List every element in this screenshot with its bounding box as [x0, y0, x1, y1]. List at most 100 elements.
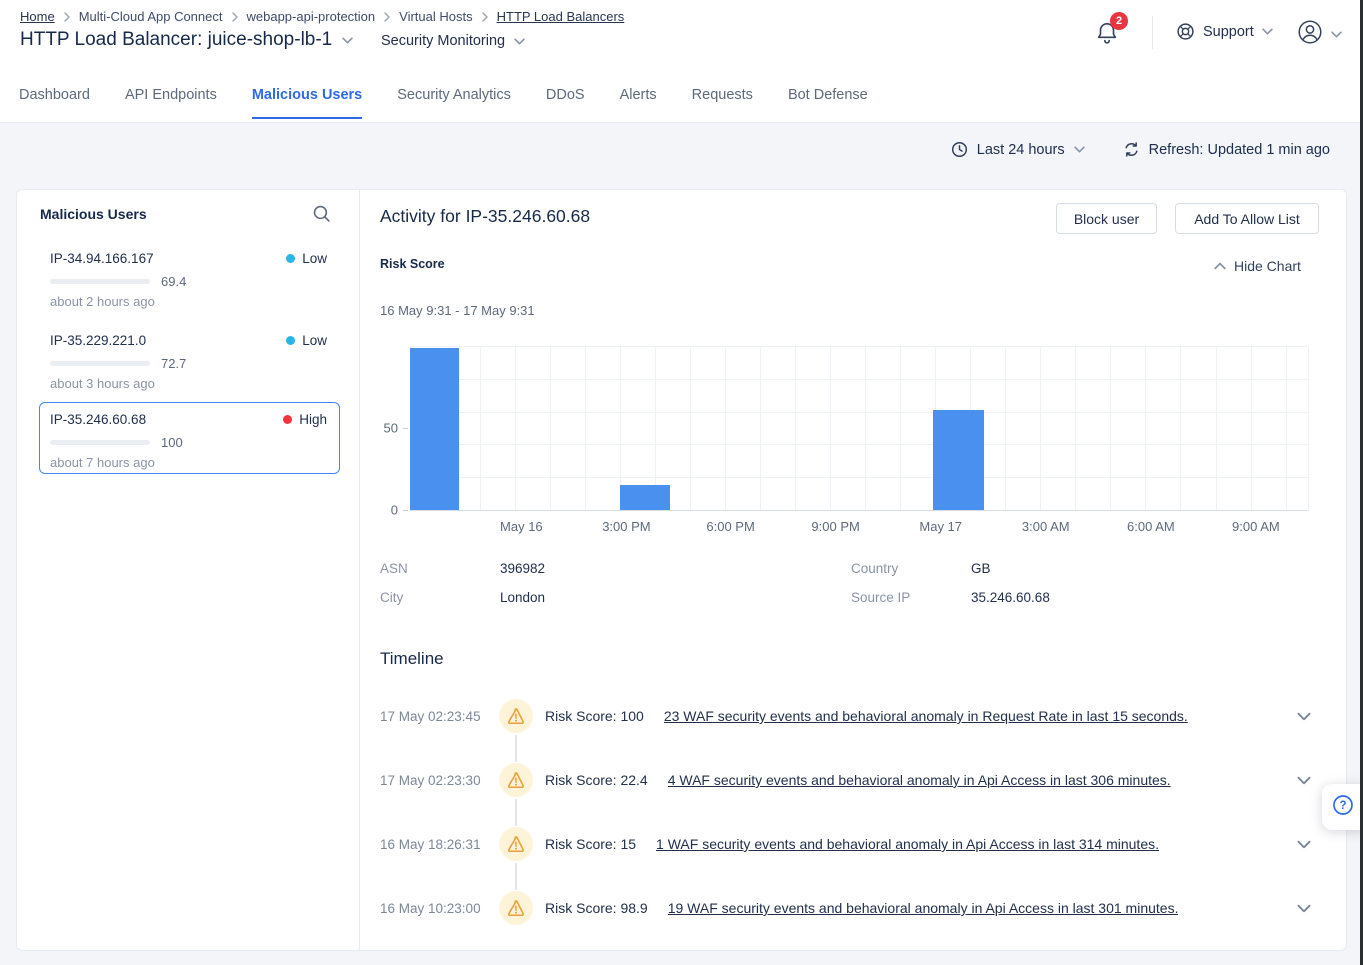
avatar-icon — [1296, 18, 1324, 51]
svg-text:?: ? — [1339, 800, 1346, 812]
hide-chart-toggle[interactable]: Hide Chart — [1214, 258, 1301, 274]
chevron-up-icon — [1214, 262, 1226, 270]
chart-x-tick-label: May 17 — [919, 519, 962, 534]
chevron-right-icon — [482, 12, 488, 22]
tab-ddos[interactable]: DDoS — [546, 87, 585, 119]
chevron-down-icon[interactable] — [1297, 712, 1311, 721]
search-icon[interactable] — [312, 204, 331, 228]
breadcrumb-item[interactable]: Multi-Cloud App Connect — [79, 9, 223, 24]
clock-icon — [951, 141, 968, 158]
malicious-user-item-selected[interactable]: IP-35.246.60.68 High 100 about 7 hours a… — [39, 402, 340, 474]
malicious-user-item[interactable]: IP-34.94.166.167 Low 69.4 about 2 hours … — [39, 241, 340, 310]
refresh-button[interactable]: Refresh: Updated 1 min ago — [1123, 141, 1330, 158]
chart-gridline — [1040, 346, 1041, 510]
support-menu[interactable]: Support — [1176, 22, 1273, 41]
risk-progressbar — [50, 279, 150, 284]
malicious-user-item[interactable]: IP-35.229.221.0 Low 72.7 about 3 hours a… — [39, 323, 340, 392]
chart-gridline — [410, 477, 1308, 478]
app-root: Home Multi-Cloud App Connect webapp-api-… — [0, 0, 1363, 965]
lifebuoy-icon — [1176, 22, 1195, 41]
chart-gridline — [1110, 346, 1111, 510]
support-label: Support — [1203, 24, 1254, 40]
tab-api-endpoints[interactable]: API Endpoints — [125, 87, 217, 119]
chevron-right-icon — [232, 12, 238, 22]
tab-bar: Dashboard API Endpoints Malicious Users … — [19, 87, 868, 119]
help-button[interactable]: ? — [1322, 784, 1363, 830]
chart-gridline — [410, 510, 1308, 511]
chart-gridline — [900, 346, 901, 510]
chart-x-tick-label: 6:00 PM — [706, 519, 754, 534]
sidebar-title: Malicious Users — [40, 206, 147, 222]
chevron-down-icon[interactable] — [342, 37, 353, 44]
event-detail-link[interactable]: 4 WAF security events and behavioral ano… — [668, 772, 1171, 788]
tab-security-analytics[interactable]: Security Analytics — [397, 87, 511, 119]
event-timestamp: 17 May 02:23:30 — [380, 773, 488, 788]
chart-x-tick-label: 6:00 AM — [1127, 519, 1175, 534]
breadcrumb-item[interactable]: Virtual Hosts — [399, 9, 472, 24]
event-detail-link[interactable]: 23 WAF security events and behavioral an… — [664, 708, 1188, 724]
page-title: HTTP Load Balancer: juice-shop-lb-1 — [20, 29, 332, 51]
chart-y-tick — [403, 510, 408, 511]
detail-value-city: London — [500, 590, 545, 605]
tab-bot-defense[interactable]: Bot Defense — [788, 87, 868, 119]
chevron-down-icon[interactable] — [1297, 776, 1311, 785]
time-range-dropdown[interactable]: Last 24 hours — [951, 141, 1085, 158]
risk-score-value: 69.4 — [161, 274, 186, 289]
tab-malicious-users[interactable]: Malicious Users — [252, 87, 362, 119]
timeline-event-row: 17 May 02:23:30 Risk Score: 22.4 4 WAF s… — [380, 762, 1331, 798]
chart-gridline — [410, 412, 1308, 413]
timeline-event-row: 16 May 10:23:00 Risk Score: 98.9 19 WAF … — [380, 890, 1331, 926]
chart-y-tick-label: 50 — [384, 421, 398, 436]
event-detail-link[interactable]: 1 WAF security events and behavioral ano… — [656, 836, 1159, 852]
tab-requests[interactable]: Requests — [692, 87, 753, 119]
last-seen: about 3 hours ago — [50, 376, 339, 391]
chart-gridline — [550, 346, 551, 510]
chart-gridline — [1005, 346, 1006, 510]
severity-dot — [286, 336, 295, 345]
event-timestamp: 16 May 10:23:00 — [380, 901, 488, 916]
chart-gridline — [690, 346, 691, 510]
chart-bar[interactable] — [620, 485, 670, 510]
breadcrumb-item[interactable]: webapp-api-protection — [247, 9, 376, 24]
chevron-down-icon[interactable] — [1297, 840, 1311, 849]
chart-gridline — [795, 346, 796, 510]
title-row: HTTP Load Balancer: juice-shop-lb-1 — [20, 29, 353, 51]
chart-bar[interactable] — [410, 348, 459, 510]
chevron-down-icon — [1331, 31, 1342, 38]
risk-score-value: 100 — [161, 435, 183, 450]
timeline-connector — [515, 863, 517, 890]
risk-progressbar — [50, 361, 150, 366]
chevron-down-icon — [514, 38, 525, 45]
chart-gridline — [515, 346, 516, 510]
event-risk-score: Risk Score: 98.9 — [545, 900, 648, 916]
last-seen: about 2 hours ago — [50, 294, 339, 309]
bell-icon — [1094, 34, 1120, 51]
add-to-allow-list-button[interactable]: Add To Allow List — [1175, 203, 1319, 234]
chart-x-axis: May 163:00 PM6:00 PM9:00 PMMay 173:00 AM… — [410, 519, 1308, 535]
chevron-down-icon[interactable] — [1297, 904, 1311, 913]
tab-alerts[interactable]: Alerts — [620, 87, 657, 119]
chevron-down-icon — [1262, 28, 1273, 35]
chart-x-tick-label: 3:00 AM — [1022, 519, 1070, 534]
block-user-button[interactable]: Block user — [1056, 203, 1157, 234]
notifications-button[interactable]: 2 — [1094, 19, 1128, 51]
severity-label: Low — [302, 333, 327, 348]
account-menu[interactable] — [1296, 18, 1342, 51]
event-timestamp: 16 May 18:26:31 — [380, 837, 488, 852]
chart-gridline — [1308, 346, 1309, 510]
event-detail-link[interactable]: 19 WAF security events and behavioral an… — [668, 900, 1179, 916]
severity-dot — [286, 254, 295, 263]
warning-icon — [499, 699, 533, 733]
breadcrumb-lb-link[interactable]: HTTP Load Balancers — [497, 9, 625, 24]
chart-gridline — [480, 346, 481, 510]
chart-gridline — [410, 444, 1308, 445]
time-range-label: Last 24 hours — [977, 142, 1065, 158]
tab-dashboard[interactable]: Dashboard — [19, 87, 90, 119]
timeline-title: Timeline — [380, 649, 444, 669]
breadcrumb: Home Multi-Cloud App Connect webapp-api-… — [20, 9, 624, 24]
risk-progressbar — [50, 440, 150, 445]
breadcrumb-home-link[interactable]: Home — [20, 9, 55, 24]
user-ip: IP-35.246.60.68 — [50, 412, 146, 427]
chart-bar[interactable] — [933, 410, 984, 510]
monitoring-dropdown[interactable]: Security Monitoring — [381, 33, 525, 49]
